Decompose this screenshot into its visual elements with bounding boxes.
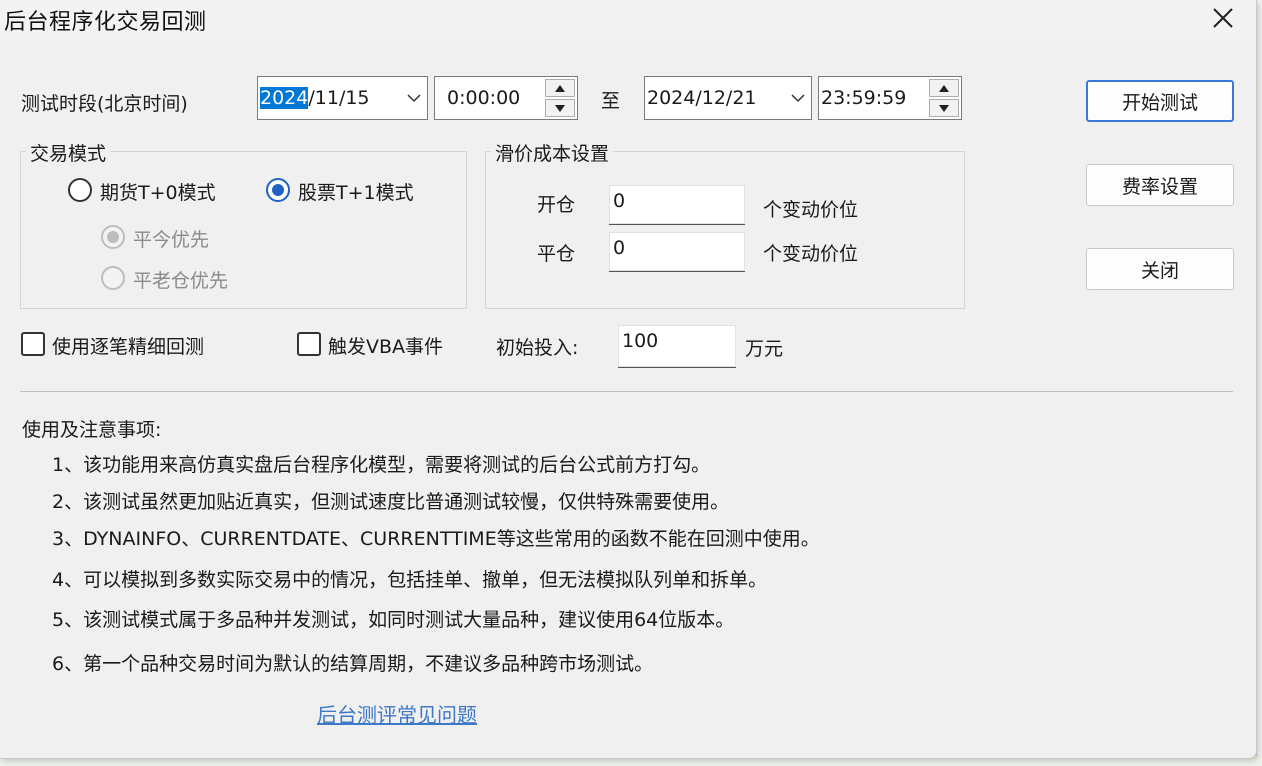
trade-mode-title: 交易模式 bbox=[26, 139, 111, 166]
start-time-spin-controls bbox=[545, 79, 575, 117]
note-item: 3、DYNAINFO、CURRENTDATE、CURRENTTIME等这些常用的… bbox=[52, 528, 820, 550]
chevron-down-icon[interactable] bbox=[407, 91, 421, 105]
triangle-down-icon bbox=[939, 104, 949, 112]
trade-mode-group bbox=[20, 151, 467, 309]
stock-mode-radio[interactable] bbox=[266, 178, 290, 202]
open-slippage-value: 0 bbox=[613, 190, 626, 212]
divider bbox=[20, 391, 1233, 392]
open-slippage-unit: 个变动价位 bbox=[763, 199, 859, 221]
close-old-first-radio[interactable] bbox=[101, 266, 125, 290]
close-icon bbox=[1213, 8, 1233, 28]
chevron-down-icon[interactable] bbox=[791, 91, 805, 105]
title-bar: 后台程序化交易回测 bbox=[0, 0, 1256, 40]
note-item: 6、第一个品种交易时间为默认的结算周期，不建议多品种跨市场测试。 bbox=[52, 653, 654, 675]
fee-settings-button[interactable]: 费率设置 bbox=[1086, 164, 1234, 206]
triangle-up-icon bbox=[555, 84, 565, 92]
open-slippage-input[interactable]: 0 bbox=[609, 185, 745, 225]
close-today-first-radio[interactable] bbox=[101, 225, 125, 249]
to-label: 至 bbox=[601, 90, 621, 112]
triangle-down-icon bbox=[555, 104, 565, 112]
notes-title: 使用及注意事项: bbox=[22, 419, 162, 441]
initial-investment-input[interactable]: 100 bbox=[618, 325, 736, 368]
open-position-label: 开仓 bbox=[537, 194, 576, 216]
close-slippage-value: 0 bbox=[613, 237, 626, 259]
note-item: 4、可以模拟到多数实际交易中的情况，包括挂单、撤单，但无法模拟队列单和拆单。 bbox=[52, 569, 768, 591]
close-old-first-label: 平老仓优先 bbox=[133, 270, 229, 292]
start-time-value: 0:00:00 bbox=[447, 87, 521, 109]
faq-link[interactable]: 后台测评常见问题 bbox=[317, 699, 477, 728]
backtest-dialog: 后台程序化交易回测 测试时段(北京时间) 2024/11/15 0:00:00 bbox=[0, 0, 1257, 759]
slippage-title: 滑价成本设置 bbox=[491, 139, 614, 166]
start-test-button[interactable]: 开始测试 bbox=[1086, 80, 1234, 122]
end-date-value: 2024/12/21 bbox=[647, 87, 757, 109]
initial-investment-unit: 万元 bbox=[745, 338, 784, 360]
vba-event-checkbox[interactable] bbox=[297, 332, 321, 356]
close-window-button[interactable] bbox=[1196, 0, 1250, 36]
close-slippage-unit: 个变动价位 bbox=[763, 243, 859, 265]
end-time-up-button[interactable] bbox=[929, 79, 959, 97]
start-date-year-selected: 2024 bbox=[260, 87, 309, 109]
close-position-label: 平仓 bbox=[537, 243, 576, 265]
start-date-picker[interactable]: 2024/11/15 bbox=[257, 76, 428, 120]
start-time-spinner[interactable]: 0:00:00 bbox=[434, 76, 578, 120]
window-title: 后台程序化交易回测 bbox=[4, 10, 207, 35]
start-time-down-button[interactable] bbox=[545, 99, 575, 117]
note-item: 1、该功能用来高仿真实盘后台程序化模型，需要将测试的后台公式前方打勾。 bbox=[52, 454, 711, 476]
period-label: 测试时段(北京时间) bbox=[21, 93, 188, 115]
close-slippage-input[interactable]: 0 bbox=[609, 232, 745, 272]
note-item: 5、该测试模式属于多品种并发测试，如同时测试大量品种，建议使用64位版本。 bbox=[52, 609, 735, 631]
tick-backtest-checkbox[interactable] bbox=[21, 332, 45, 356]
start-time-up-button[interactable] bbox=[545, 79, 575, 97]
vba-event-label[interactable]: 触发VBA事件 bbox=[328, 332, 443, 359]
end-date-picker[interactable]: 2024/12/21 bbox=[644, 76, 812, 120]
tick-backtest-label[interactable]: 使用逐笔精细回测 bbox=[52, 332, 204, 359]
note-item: 2、该测试虽然更加贴近真实，但测试速度比普通测试较慢，仅供特殊需要使用。 bbox=[52, 491, 730, 513]
slippage-group bbox=[485, 151, 965, 309]
end-time-spin-controls bbox=[929, 79, 959, 117]
futures-mode-label[interactable]: 期货T+0模式 bbox=[100, 178, 216, 205]
end-time-down-button[interactable] bbox=[929, 99, 959, 117]
stock-mode-label[interactable]: 股票T+1模式 bbox=[298, 178, 414, 205]
start-date-rest: /11/15 bbox=[308, 87, 370, 109]
futures-mode-radio[interactable] bbox=[68, 178, 92, 202]
close-today-first-label: 平今优先 bbox=[133, 229, 210, 251]
initial-investment-value: 100 bbox=[622, 330, 659, 352]
end-time-spinner[interactable]: 23:59:59 bbox=[818, 76, 962, 120]
triangle-up-icon bbox=[939, 84, 949, 92]
end-time-value: 23:59:59 bbox=[821, 87, 907, 109]
initial-investment-label: 初始投入: bbox=[496, 337, 579, 359]
close-button[interactable]: 关闭 bbox=[1086, 248, 1234, 290]
